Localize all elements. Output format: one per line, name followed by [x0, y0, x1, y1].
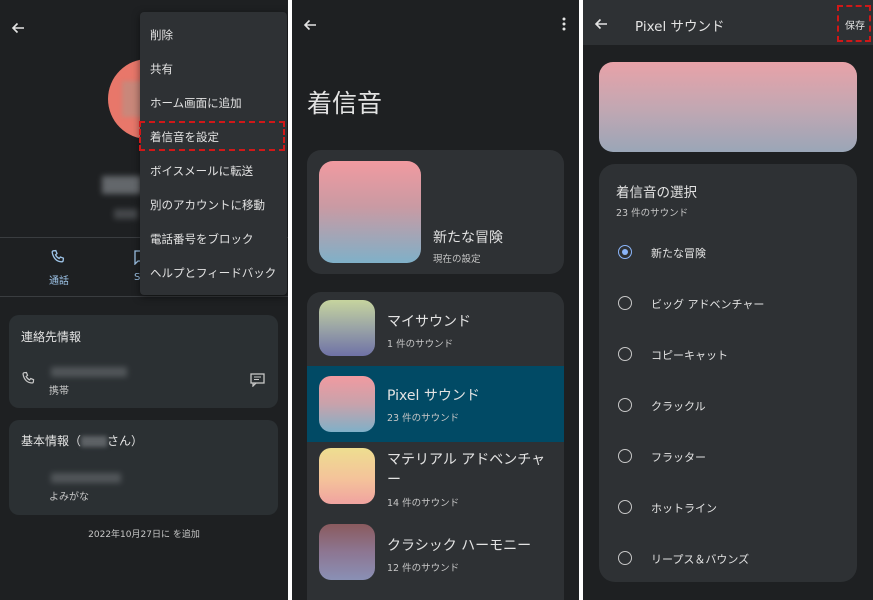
radio-option[interactable]: コピーキャット	[599, 334, 857, 374]
radio-option-label: フラッター	[651, 451, 706, 464]
category-count: 23 件のサウンド	[387, 413, 460, 424]
contact-info-title: 連絡先情報	[21, 330, 82, 344]
radio-unselected-icon[interactable]	[618, 449, 632, 463]
top-app-bar: Pixel サウンド 保存	[583, 0, 873, 45]
section-subtitle: 23 件のサウンド	[616, 208, 689, 219]
basic-info-card: 基本情報（ さん） よみがな	[9, 420, 278, 515]
radio-option-label: ホットライン	[651, 502, 717, 515]
radio-option[interactable]: ビッグ アドベンチャー	[599, 283, 857, 323]
radio-option-label: 新たな冒険	[651, 247, 706, 260]
phone-icon[interactable]	[50, 249, 66, 265]
back-arrow-icon[interactable]	[10, 20, 26, 36]
category-title: クラシック ハーモニー	[387, 538, 532, 554]
list-item-material-adventure[interactable]: マテリアル アドベンチャー 14 件のサウンド	[307, 442, 564, 520]
added-date-text: 2022年10月27日に を追加	[88, 530, 200, 540]
reading-label: よみがな	[49, 492, 89, 503]
pixel-sounds-panel: Pixel サウンド 保存 着信音の選択 23 件のサウンド 新たな冒険 ビッグ…	[583, 0, 873, 600]
radio-unselected-icon[interactable]	[618, 347, 632, 361]
page-title: Pixel サウンド	[635, 19, 725, 35]
menu-item-move-account[interactable]: 別のアカウントに移動	[150, 197, 265, 213]
category-artwork	[319, 376, 375, 432]
basic-info-title: 基本情報（ さん）	[21, 432, 143, 449]
sound-banner-artwork	[599, 62, 857, 152]
menu-item-route-voicemail[interactable]: ボイスメールに転送	[150, 163, 253, 179]
menu-item-help-feedback[interactable]: ヘルプとフィードバック	[150, 265, 276, 281]
more-vert-icon[interactable]	[562, 17, 566, 31]
ringtone-panel: 着信音 新たな冒険 現在の設定 マイサウンド 1 件のサウンド Pixel サウ…	[292, 0, 579, 600]
radio-option[interactable]: クラックル	[599, 385, 857, 425]
current-ringtone-subtitle: 現在の設定	[433, 254, 481, 265]
contact-info-card: 連絡先情報 携帯	[9, 315, 278, 408]
divider	[0, 296, 288, 297]
radio-unselected-icon[interactable]	[618, 398, 632, 412]
category-title: Pixel サウンド	[387, 388, 480, 404]
message-icon[interactable]	[250, 373, 265, 387]
radio-unselected-icon[interactable]	[618, 296, 632, 310]
radio-option-label: クラックル	[651, 400, 706, 413]
contact-detail-panel: 通話 S 連絡先情報 携帯 基本情報（ さん） よみがな 2022年10月27日に…	[0, 0, 288, 600]
category-count: 14 件のサウンド	[387, 498, 460, 509]
category-artwork	[319, 300, 375, 356]
basic-info-suffix: さん）	[107, 434, 144, 448]
list-item-my-sounds[interactable]: マイサウンド 1 件のサウンド	[307, 292, 564, 368]
ringtone-select-card: 着信音の選択 23 件のサウンド 新たな冒険 ビッグ アドベンチャー コピーキャ…	[599, 164, 857, 582]
reading-value-redacted	[51, 473, 121, 483]
radio-option-label: コピーキャット	[651, 349, 728, 362]
overflow-menu: 削除 共有 ホーム画面に追加 着信音を設定 ボイスメールに転送 別のアカウントに…	[139, 12, 287, 295]
radio-option[interactable]: リープス＆バウンズ	[599, 538, 857, 578]
radio-unselected-icon[interactable]	[618, 551, 632, 565]
phone-number-redacted[interactable]	[51, 367, 127, 377]
category-artwork	[319, 524, 375, 580]
ringtone-category-list: マイサウンド 1 件のサウンド Pixel サウンド 23 件のサウンド マテリ…	[307, 292, 564, 600]
menu-item-delete[interactable]: 削除	[150, 27, 173, 43]
list-item-pixel-sounds[interactable]: Pixel サウンド 23 件のサウンド	[307, 366, 564, 442]
phone-type-label: 携帯	[49, 386, 69, 397]
category-title: マイサウンド	[387, 314, 471, 330]
radio-selected-icon[interactable]	[618, 245, 632, 259]
contact-name-redacted	[102, 176, 142, 194]
back-arrow-icon[interactable]	[302, 17, 318, 33]
radio-unselected-icon[interactable]	[618, 500, 632, 514]
radio-option[interactable]: 新たな冒険	[599, 232, 857, 272]
radio-option-label: リープス＆バウンズ	[651, 553, 750, 566]
current-ringtone-card[interactable]: 新たな冒険 現在の設定	[307, 150, 564, 274]
contact-subtitle-redacted	[114, 209, 138, 219]
radio-option-label: ビッグ アドベンチャー	[651, 298, 765, 311]
page-title: 着信音	[307, 89, 383, 118]
basic-info-prefix: 基本情報（	[21, 434, 82, 448]
section-title: 着信音の選択	[616, 185, 697, 201]
back-arrow-icon[interactable]	[593, 16, 609, 32]
radio-option[interactable]: フラッター	[599, 436, 857, 476]
list-item-classic-harmony[interactable]: クラシック ハーモニー 12 件のサウンド	[307, 518, 564, 594]
phone-icon[interactable]	[21, 371, 36, 386]
call-action-label[interactable]: 通話	[38, 272, 80, 287]
radio-option[interactable]: ホットライン	[599, 487, 857, 527]
current-ringtone-name: 新たな冒険	[433, 230, 503, 246]
save-highlight-box	[837, 5, 871, 42]
category-count: 1 件のサウンド	[387, 339, 454, 350]
current-ringtone-artwork	[319, 161, 421, 263]
category-count: 12 件のサウンド	[387, 563, 460, 574]
category-title: マテリアル アドベンチャー	[387, 452, 546, 488]
ringtone-highlight-box	[139, 121, 285, 151]
menu-item-block-number[interactable]: 電話番号をブロック	[150, 231, 254, 247]
category-artwork	[319, 448, 375, 504]
menu-item-add-to-home[interactable]: ホーム画面に追加	[150, 95, 242, 111]
menu-item-share[interactable]: 共有	[150, 61, 173, 77]
